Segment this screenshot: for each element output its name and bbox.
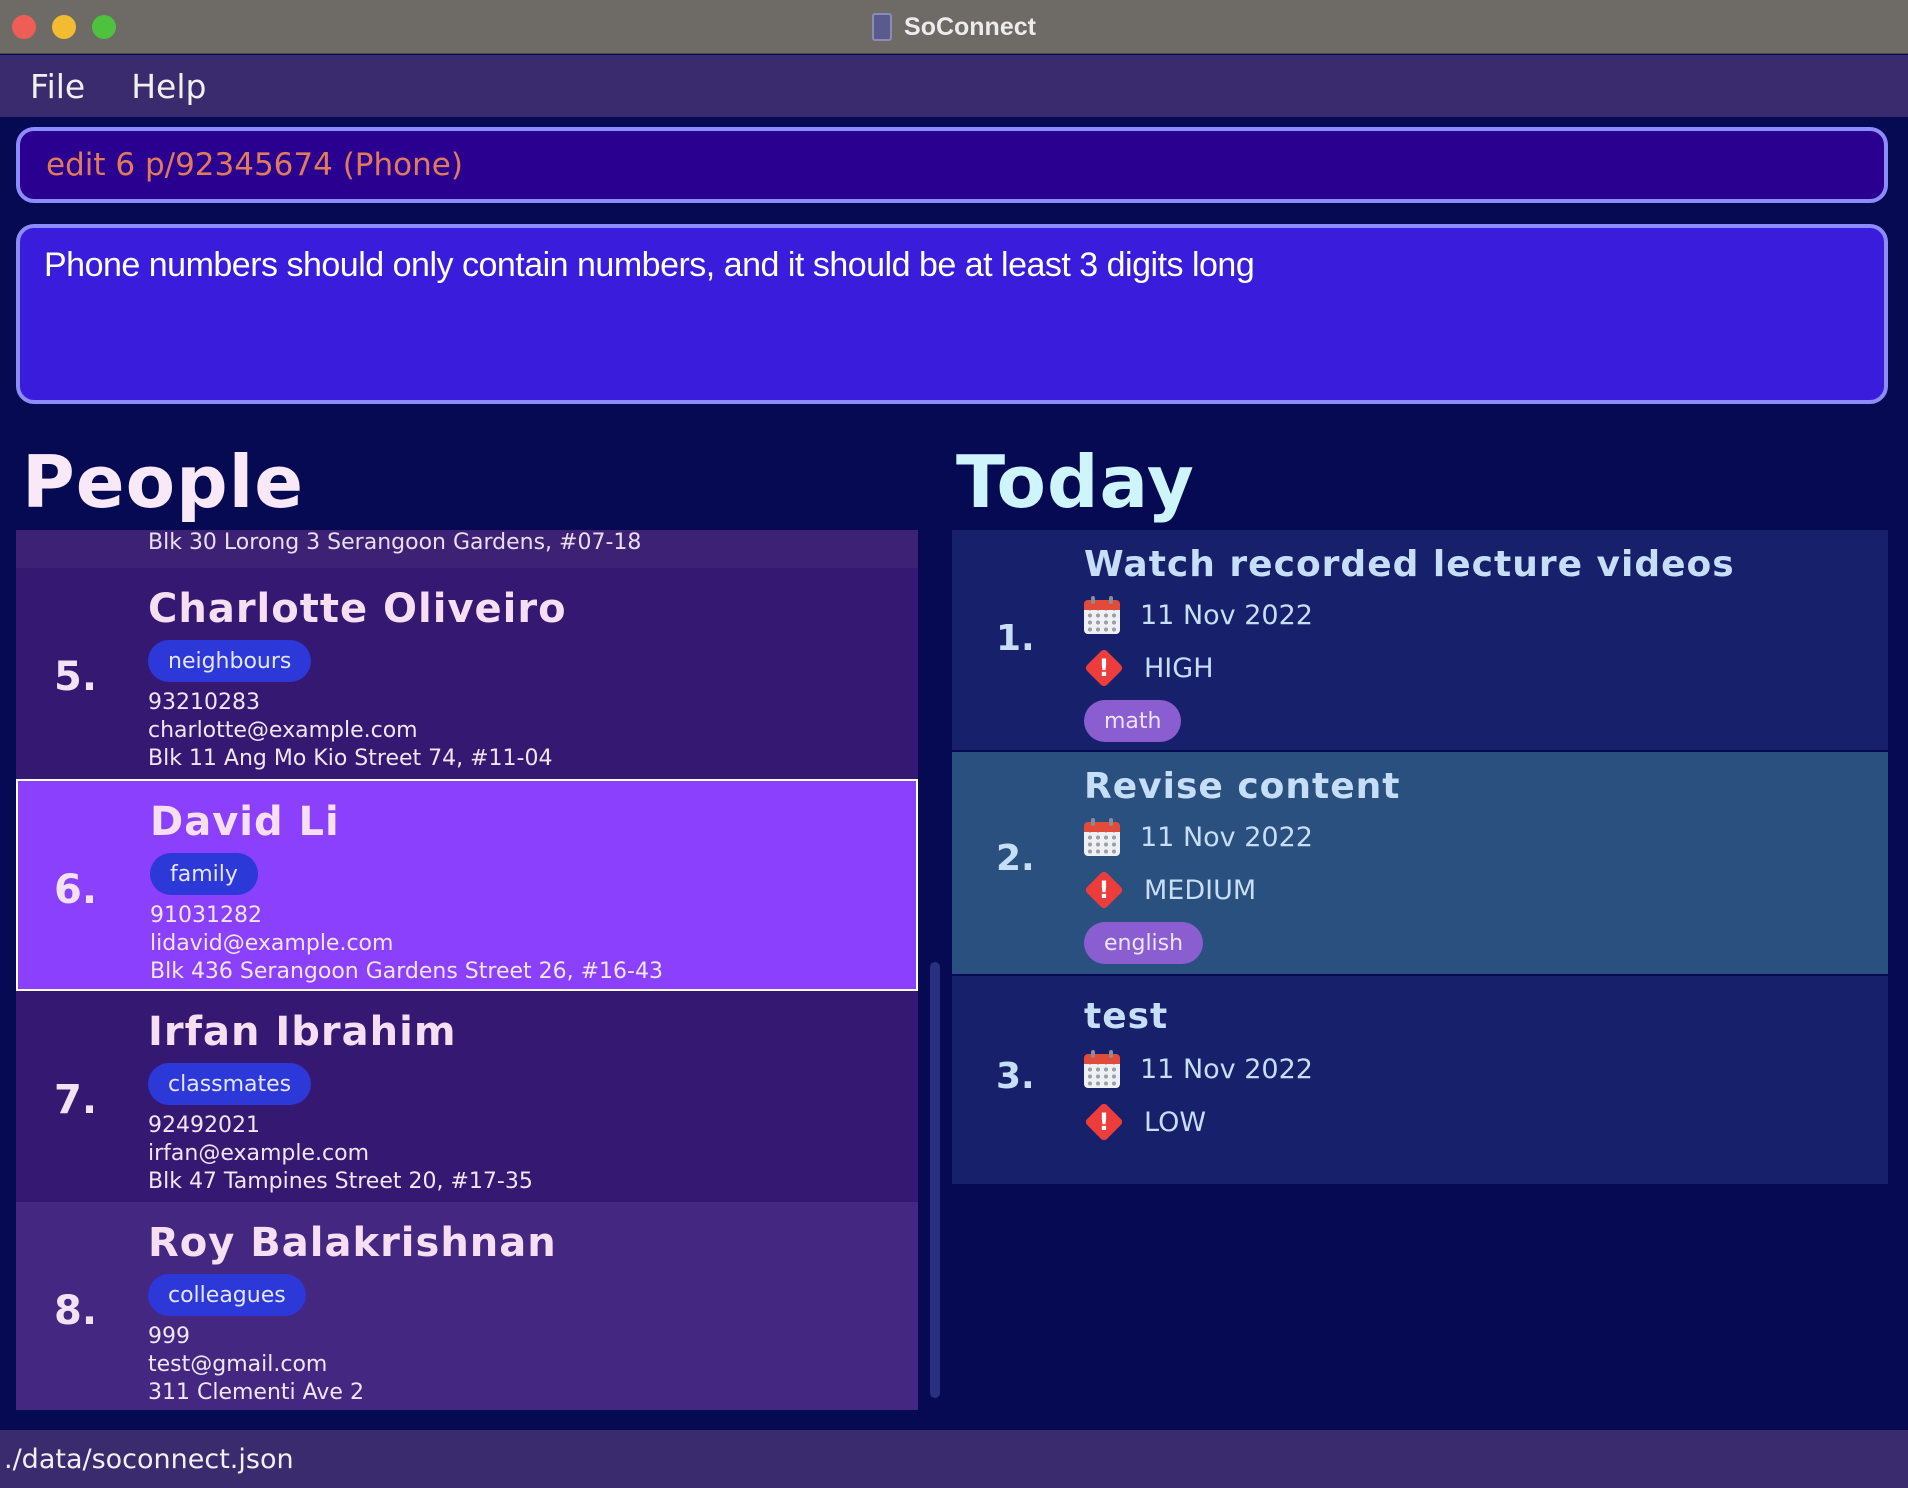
person-address: Blk 11 Ang Mo Kio Street 74, #11-04	[148, 746, 553, 771]
priority-warning-icon: !	[1084, 870, 1124, 910]
menu-help[interactable]: Help	[131, 67, 206, 106]
person-tag: family	[150, 853, 258, 895]
person-email: irfan@example.com	[148, 1141, 369, 1166]
priority-warning-icon: !	[1084, 648, 1124, 688]
person-phone: 93210283	[148, 690, 260, 715]
task-card[interactable]: 2. Revise content 11 Nov 2022 ! MEDIUM e…	[952, 752, 1888, 974]
task-tag: math	[1084, 700, 1182, 742]
status-bar: ./data/soconnect.json	[0, 1430, 1908, 1488]
person-email: charlotte@example.com	[148, 718, 418, 743]
task-date-row: 11 Nov 2022	[1084, 596, 1313, 634]
calendar-icon	[1084, 1050, 1120, 1088]
person-name: Roy Balakrishnan	[148, 1220, 557, 1266]
person-card[interactable]: 5. Charlotte Oliveiro neighbours 9321028…	[16, 568, 918, 779]
app-icon	[872, 13, 893, 41]
today-header: Today	[956, 440, 1195, 524]
person-phone: 92492021	[148, 1113, 260, 1138]
data-file-path: ./data/soconnect.json	[4, 1443, 294, 1475]
person-email: test@gmail.com	[148, 1352, 328, 1377]
task-tag: english	[1084, 922, 1204, 964]
person-card-partial[interactable]: Blk 30 Lorong 3 Serangoon Gardens, #07-1…	[16, 530, 918, 568]
task-list[interactable]: 1. Watch recorded lecture videos 11 Nov …	[952, 530, 1888, 1184]
person-card[interactable]: 7. Irfan Ibrahim classmates 92492021 irf…	[16, 991, 918, 1202]
person-card[interactable]: 8. Roy Balakrishnan colleagues 999 test@…	[16, 1202, 918, 1410]
person-tag: classmates	[148, 1063, 312, 1105]
people-header: People	[22, 440, 305, 524]
task-name: test	[1084, 996, 1169, 1037]
window-title-group: SoConnect	[0, 0, 1908, 54]
person-index: 6.	[54, 867, 98, 913]
person-index: 8.	[54, 1288, 98, 1334]
task-priority: LOW	[1144, 1106, 1207, 1138]
result-message: Phone numbers should only contain number…	[44, 246, 1255, 284]
task-date: 11 Nov 2022	[1140, 599, 1313, 631]
task-priority-row: ! MEDIUM	[1084, 870, 1256, 910]
task-date: 11 Nov 2022	[1140, 1053, 1313, 1085]
person-phone: 999	[148, 1324, 190, 1349]
person-name: Irfan Ibrahim	[148, 1009, 457, 1055]
task-priority: HIGH	[1144, 652, 1214, 684]
person-address: Blk 47 Tampines Street 20, #17-35	[148, 1169, 533, 1194]
task-name: Watch recorded lecture videos	[1084, 544, 1735, 585]
title-bar: SoConnect	[0, 0, 1908, 54]
menu-file[interactable]: File	[30, 67, 85, 106]
task-card[interactable]: 1. Watch recorded lecture videos 11 Nov …	[952, 530, 1888, 750]
command-box[interactable]	[16, 127, 1888, 203]
task-date: 11 Nov 2022	[1140, 821, 1313, 853]
person-tag: colleagues	[148, 1274, 306, 1316]
person-tag: neighbours	[148, 640, 312, 682]
person-address: 311 Clementi Ave 2	[148, 1380, 364, 1405]
task-name: Revise content	[1084, 766, 1401, 807]
person-address: Blk 436 Serangoon Gardens Street 26, #16…	[150, 959, 663, 984]
task-priority: MEDIUM	[1144, 874, 1257, 906]
people-list[interactable]: Blk 30 Lorong 3 Serangoon Gardens, #07-1…	[16, 530, 918, 1410]
priority-warning-icon: !	[1084, 1102, 1124, 1142]
task-card[interactable]: 3. test 11 Nov 2022 ! LOW	[952, 976, 1888, 1184]
window-title: SoConnect	[904, 12, 1036, 41]
person-index: 7.	[54, 1077, 98, 1123]
task-index: 1.	[996, 618, 1035, 659]
task-index: 2.	[996, 838, 1035, 879]
task-priority-row: ! HIGH	[1084, 648, 1214, 688]
calendar-icon	[1084, 596, 1120, 634]
person-name: Charlotte Oliveiro	[148, 586, 567, 632]
task-priority-row: ! LOW	[1084, 1102, 1206, 1142]
people-scrollbar[interactable]	[930, 962, 940, 1398]
person-email: lidavid@example.com	[150, 931, 394, 956]
menu-bar: File Help	[0, 55, 1908, 117]
task-index: 3.	[996, 1056, 1035, 1097]
task-date-row: 11 Nov 2022	[1084, 1050, 1313, 1088]
result-display: Phone numbers should only contain number…	[16, 224, 1888, 404]
calendar-icon	[1084, 818, 1120, 856]
person-card-selected[interactable]: 6. David Li family 91031282 lidavid@exam…	[16, 779, 918, 991]
person-index: 5.	[54, 654, 98, 700]
person-phone: 91031282	[150, 903, 262, 928]
person-name: David Li	[150, 799, 340, 845]
task-date-row: 11 Nov 2022	[1084, 818, 1313, 856]
command-input[interactable]	[46, 147, 1884, 183]
person-address: Blk 30 Lorong 3 Serangoon Gardens, #07-1…	[148, 530, 642, 555]
